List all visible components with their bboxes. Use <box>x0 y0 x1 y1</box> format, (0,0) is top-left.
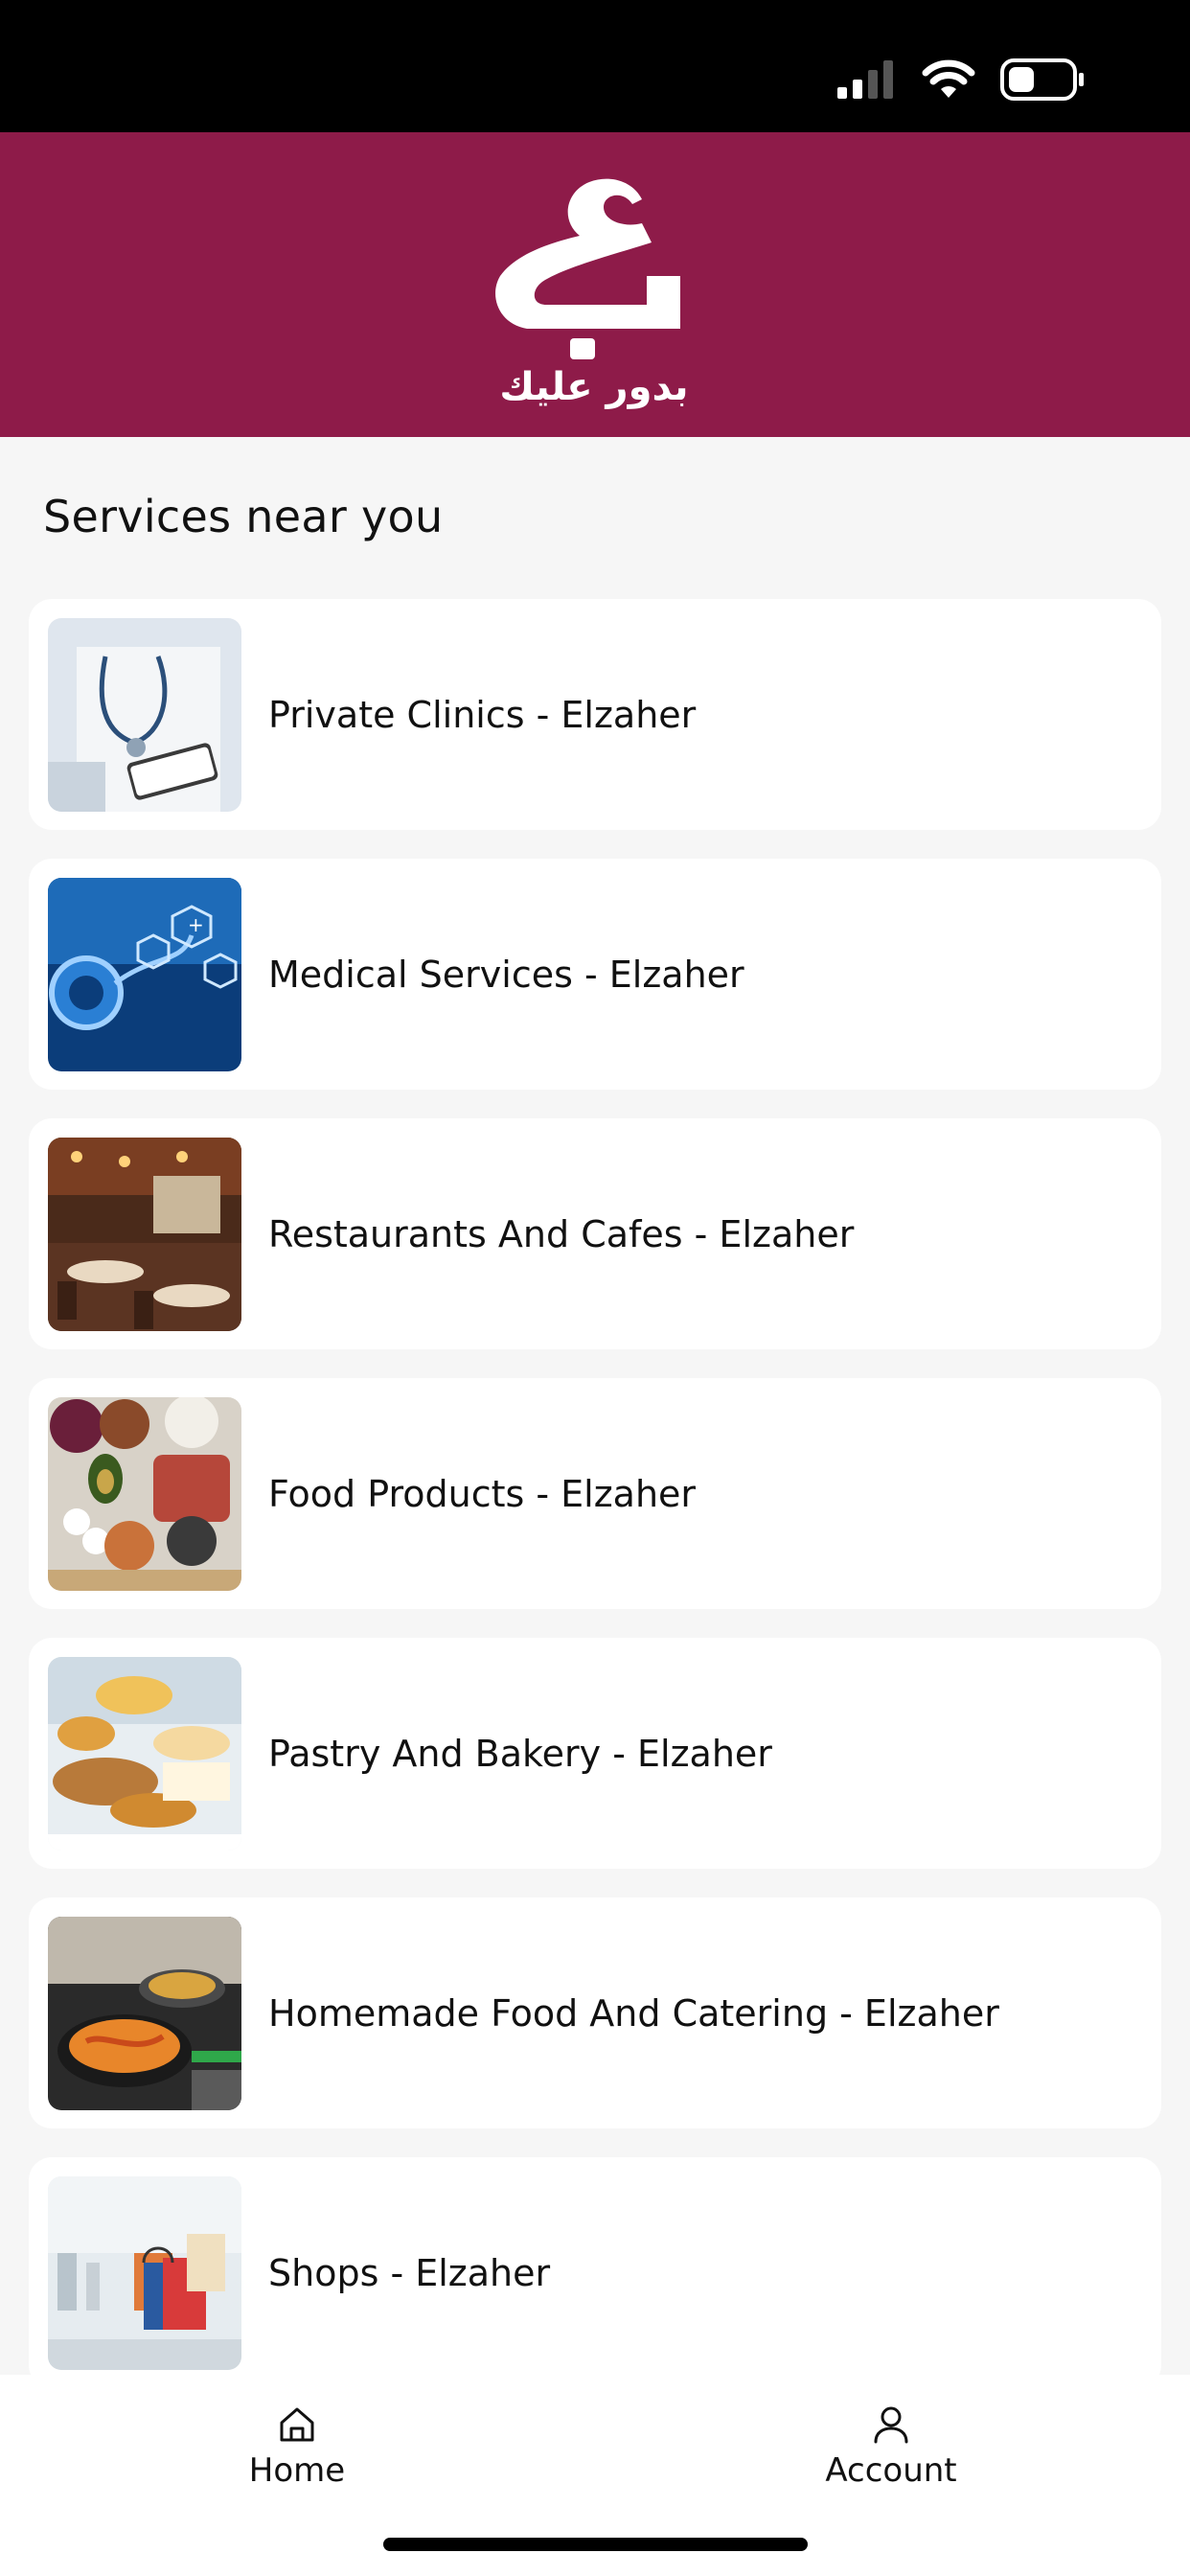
section-title: Services near you <box>43 491 444 542</box>
service-card-shops[interactable]: Shops - Elzaher <box>29 2157 1161 2388</box>
doctor-image <box>48 618 241 812</box>
service-label: Medical Services - Elzaher <box>268 953 744 996</box>
cellular-signal-icon <box>837 60 893 99</box>
status-icons <box>837 56 1085 104</box>
user-icon <box>874 2406 908 2444</box>
app-logo: بدور عليك <box>489 161 699 420</box>
restaurant-image <box>48 1138 241 1331</box>
service-label: Private Clinics - Elzaher <box>268 693 697 736</box>
battery-icon <box>1000 58 1084 101</box>
shopping-image <box>48 2176 241 2370</box>
nav-account[interactable]: Account <box>776 2404 1006 2490</box>
status-bar <box>0 0 1190 132</box>
service-label: Shops - Elzaher <box>268 2251 551 2294</box>
service-label: Food Products - Elzaher <box>268 1472 697 1515</box>
service-card-restaurants-cafes[interactable]: Restaurants And Cafes - Elzaher <box>29 1118 1161 1349</box>
logo-text: بدور عليك <box>499 365 689 409</box>
service-label: Restaurants And Cafes - Elzaher <box>268 1212 855 1255</box>
service-card-medical-services[interactable]: + Medical Services - Elzaher <box>29 859 1161 1090</box>
app-screen: بدور عليك Services near you Private Clin… <box>0 0 1190 2576</box>
medical-image: + <box>48 878 241 1071</box>
services-list: Private Clinics - Elzaher + Medical Serv… <box>29 599 1161 2417</box>
home-icon <box>280 2407 314 2442</box>
service-label: Pastry And Bakery - Elzaher <box>268 1732 772 1775</box>
bakery-image <box>48 1657 241 1851</box>
nav-account-label: Account <box>825 2451 957 2490</box>
svg-text:+: + <box>188 913 204 936</box>
home-indicator[interactable] <box>383 2538 808 2551</box>
food-products-image <box>48 1397 241 1591</box>
wifi-icon <box>922 59 975 98</box>
nav-home-label: Home <box>248 2451 346 2490</box>
app-header: بدور عليك <box>0 132 1190 437</box>
service-card-homemade-food-catering[interactable]: Homemade Food And Catering - Elzaher <box>29 1898 1161 2128</box>
nav-home[interactable]: Home <box>182 2404 412 2490</box>
service-card-pastry-bakery[interactable]: Pastry And Bakery - Elzaher <box>29 1638 1161 1869</box>
logo-mark <box>495 178 680 359</box>
service-card-food-products[interactable]: Food Products - Elzaher <box>29 1378 1161 1609</box>
service-card-private-clinics[interactable]: Private Clinics - Elzaher <box>29 599 1161 830</box>
cooking-image <box>48 1917 241 2110</box>
service-label: Homemade Food And Catering - Elzaher <box>268 1991 999 2035</box>
